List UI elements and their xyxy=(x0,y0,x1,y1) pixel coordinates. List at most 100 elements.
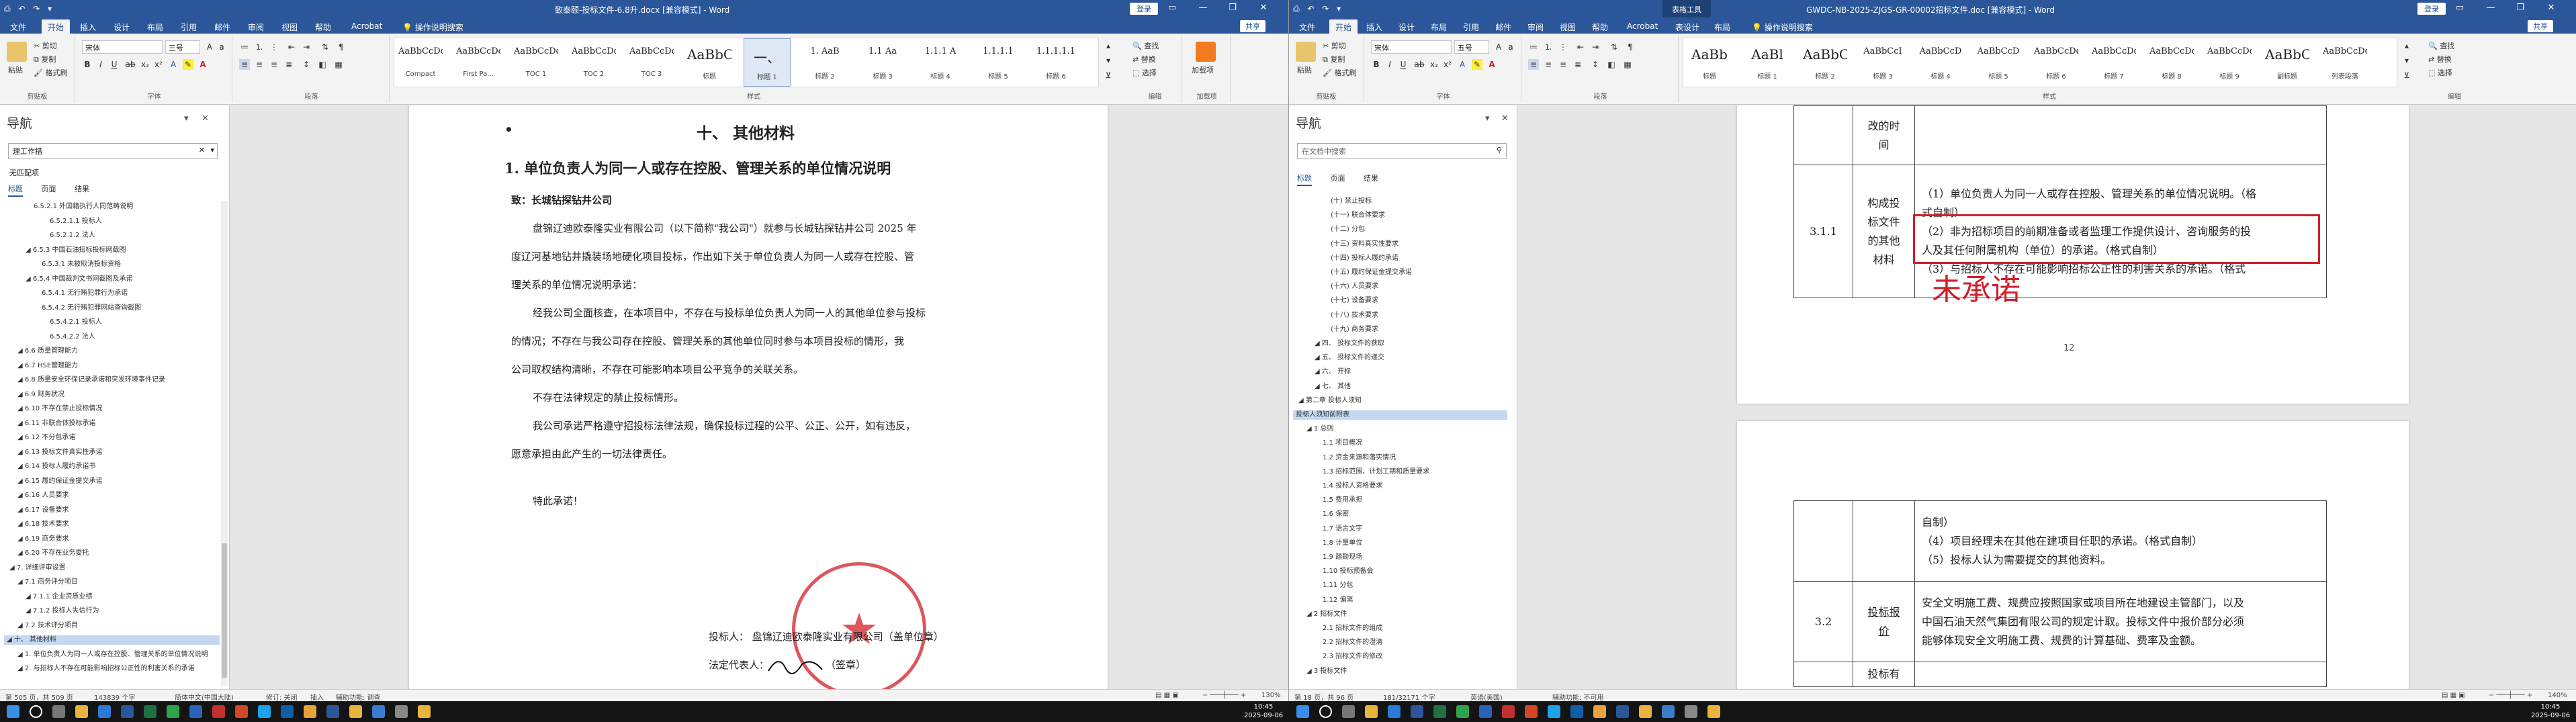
styles-more-icon[interactable]: ⊻ xyxy=(1103,70,1114,81)
folder-icon-right[interactable] xyxy=(1593,705,1606,718)
nav-heading-item[interactable]: 1.1 项目概况 xyxy=(1323,439,1362,448)
tab-layout-r[interactable]: 布局 xyxy=(1425,19,1453,34)
expand-triangle-icon[interactable]: ◢ xyxy=(17,622,25,629)
italic-icon[interactable]: I xyxy=(95,59,106,70)
expand-triangle-icon[interactable]: ◢ xyxy=(1315,340,1322,347)
browser-icon[interactable] xyxy=(98,705,111,718)
expand-triangle-icon[interactable]: ◢ xyxy=(26,246,33,254)
task-view-icon[interactable] xyxy=(52,705,65,718)
word-icon-2-right[interactable] xyxy=(1616,705,1629,718)
justify-icon[interactable]: ≣ xyxy=(283,59,294,70)
nav-heading-item[interactable]: ◢ 6.7 HSE管理能力 xyxy=(17,361,78,371)
replace-button-right[interactable]: ⇄ 替换 xyxy=(2428,54,2452,64)
document-page-13[interactable]: 自制） （4）项目经理未在其他在建项目任职的承诺。（格式自制） （5）投标人认为… xyxy=(1737,421,2409,689)
nav-heading-item[interactable]: 6.5.4.1 无行贿犯罪行为承诺 xyxy=(42,289,128,298)
highlight-icon-right[interactable]: ✎ xyxy=(1472,59,1482,70)
subscript-icon-right[interactable]: x₂ xyxy=(1429,59,1439,70)
align-left-icon-right[interactable]: ≡ xyxy=(1528,59,1539,70)
nav-heading-item[interactable]: ◢ 6.11 非联合体投标承诺 xyxy=(17,419,95,428)
nav-heading-item[interactable]: (十二) 分包 xyxy=(1331,225,1365,234)
text-effects-icon[interactable]: A xyxy=(168,59,179,70)
expand-triangle-icon[interactable]: ◢ xyxy=(1315,383,1322,390)
search-icon-taskbar-right[interactable] xyxy=(1319,705,1332,718)
nav-heading-item[interactable]: ◢ 7.1.1 企业资质业绩 xyxy=(26,592,93,602)
file-explorer-icon[interactable] xyxy=(75,705,88,718)
photoshop-icon-right[interactable] xyxy=(1479,705,1492,718)
tab-review-r[interactable]: 审阅 xyxy=(1521,19,1550,34)
decrease-indent-icon[interactable]: ⇤ xyxy=(286,42,297,52)
align-left-icon[interactable]: ≡ xyxy=(239,59,250,70)
nav-heading-item[interactable]: ◢ 7.1 商务评分项目 xyxy=(17,578,78,587)
shading-icon-right[interactable]: ◧ xyxy=(1606,59,1617,70)
nav-heading-item[interactable]: 2.2 招标文件的澄清 xyxy=(1323,638,1382,647)
maximize-icon-right[interactable]: ❐ xyxy=(2510,3,2530,13)
style-l-8[interactable]: 1.1 Aa 标题 3 xyxy=(859,38,906,87)
cell-price-text[interactable]: 安全文明施工费、规费应按照国家或项目所在地建设主管部门，以及 中国石油天然气集团… xyxy=(1914,581,2327,662)
tell-me-search[interactable]: 💡 操作说明搜索 xyxy=(396,19,470,34)
cell-row-label[interactable]: 构成投 标文件 的其他 材料 xyxy=(1853,165,1915,298)
photoshop-icon[interactable] xyxy=(189,705,202,718)
folder-icon[interactable] xyxy=(304,705,316,718)
style-r-8[interactable]: AaBbCcDd 标题 8 xyxy=(2148,38,2195,87)
nav-heading-item[interactable]: ◢ 6.8 质量安全环保记录承诺和突发环境事件记录 xyxy=(17,375,165,385)
style-r-1[interactable]: AaBl 标题 1 xyxy=(1744,38,1791,87)
shrink-font-icon[interactable]: a xyxy=(216,42,227,52)
expand-triangle-icon[interactable]: ◢ xyxy=(1306,425,1314,433)
expand-triangle-icon[interactable]: ◢ xyxy=(17,651,25,658)
subscript-icon[interactable]: x₂ xyxy=(140,59,150,70)
close-icon[interactable]: ✕ xyxy=(1253,3,1274,13)
minimize-icon[interactable]: — xyxy=(1193,3,1213,13)
powerpoint-icon-right[interactable] xyxy=(1525,705,1538,718)
tab-table-layout[interactable]: 布局 xyxy=(1708,19,1736,34)
page-count-right[interactable]: 第 18 页，共 96 页 xyxy=(1294,692,1353,701)
tab-acrobat-r[interactable]: Acrobat xyxy=(1621,19,1664,34)
quick-access-toolbar-right[interactable]: ⎙ ↶ ↷ ▾ xyxy=(1293,4,1343,14)
acrobat-icon[interactable] xyxy=(212,705,225,718)
paste-button[interactable]: 粘贴 xyxy=(8,64,23,75)
nav-heading-item[interactable]: 6.5.2.1 外国籍执行人同范畴说明 xyxy=(34,202,133,212)
numbering-icon-right[interactable]: ⒈ xyxy=(1543,42,1554,52)
nav-heading-item[interactable]: ◢ 6.9 财务状况 xyxy=(17,390,64,400)
select-button-right[interactable]: ⬚ 选择 xyxy=(2428,67,2452,78)
nav-heading-item[interactable]: 1.5 费用承担 xyxy=(1323,496,1362,505)
style-l-1[interactable]: AaBbCcDd First Pa... xyxy=(455,38,502,87)
nav-heading-item[interactable]: ◢ 2 招标文件 xyxy=(1306,610,1347,619)
nav-heading-item[interactable]: 1.4 投标人资格要求 xyxy=(1323,482,1382,491)
browser-icon-right[interactable] xyxy=(1388,705,1401,718)
nav-heading-item[interactable]: ◢ 七、 其他 xyxy=(1315,382,1351,392)
copy-button[interactable]: ⧉ 复制 xyxy=(34,54,56,64)
nav-search-input-right[interactable]: 在文档中搜索 ⚲ xyxy=(1297,143,1507,159)
word-count-right[interactable]: 181/32171 个字 xyxy=(1383,692,1435,701)
nav-heading-item[interactable]: ◢ 6.17 设备要求 xyxy=(17,506,69,515)
nav-heading-item[interactable]: 1.10 投标预备会 xyxy=(1323,567,1373,576)
superscript-icon-right[interactable]: x² xyxy=(1442,59,1453,70)
paste-icon-right[interactable] xyxy=(1296,42,1316,62)
nav-scrollbar[interactable] xyxy=(221,201,228,686)
expand-triangle-icon[interactable]: ◢ xyxy=(17,578,25,586)
expand-triangle-icon[interactable]: ◢ xyxy=(17,449,25,456)
wechat-icon-right[interactable] xyxy=(1456,705,1469,718)
expand-triangle-icon[interactable]: ◢ xyxy=(26,593,33,600)
nav-heading-item[interactable]: (十三) 资料真实性要求 xyxy=(1331,240,1398,249)
nav-tab-results-r[interactable]: 结果 xyxy=(1364,174,1378,185)
align-center-icon-right[interactable]: ≡ xyxy=(1543,59,1554,70)
align-center-icon[interactable]: ≡ xyxy=(254,59,265,70)
search-icon-taskbar[interactable] xyxy=(30,705,42,718)
word-icon-right[interactable] xyxy=(1411,705,1423,718)
underline-icon[interactable]: U xyxy=(109,59,120,70)
ribbon-display-icon[interactable]: ▭ xyxy=(1162,3,1182,13)
close-icon-right[interactable]: ✕ xyxy=(2541,3,2561,13)
nav-heading-item[interactable]: 1.12 偏离 xyxy=(1323,596,1353,605)
nav-heading-item[interactable]: ◢ 1. 单位负责人为同一人或存在控股、管理关系的单位情况说明 xyxy=(17,650,208,660)
nav-heading-item[interactable]: 6.5.4.2.2 法人 xyxy=(50,332,95,342)
nav-heading-item[interactable]: ◢ 6.14 投标人履约承诺书 xyxy=(17,462,95,471)
nav-heading-item[interactable]: ◢ 6.20 不存在业务委托 xyxy=(17,549,89,558)
nav-close-icon-right[interactable]: ✕ xyxy=(1501,114,1509,124)
nav-heading-item[interactable]: ◢ 十、 其他材料 xyxy=(4,635,220,645)
expand-triangle-icon[interactable]: ◢ xyxy=(26,275,33,283)
expand-triangle-icon[interactable]: ◢ xyxy=(17,420,25,427)
style-r-10[interactable]: AaBbC 副标题 xyxy=(2264,38,2311,87)
align-right-icon[interactable]: ≡ xyxy=(269,59,279,70)
tab-mailings-r[interactable]: 邮件 xyxy=(1489,19,1517,34)
expand-triangle-icon[interactable]: ◢ xyxy=(9,564,17,572)
